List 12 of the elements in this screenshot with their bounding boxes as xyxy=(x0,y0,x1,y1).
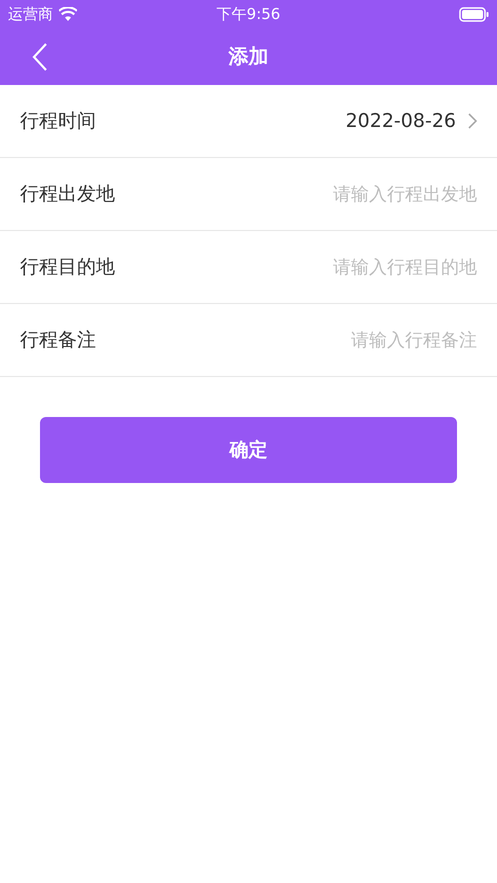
field-label: 行程目的地 xyxy=(20,255,115,280)
page-title: 添加 xyxy=(228,43,268,70)
battery-icon xyxy=(459,6,489,22)
field-label: 行程出发地 xyxy=(20,182,115,207)
date-picker[interactable]: 2022-08-26 xyxy=(346,110,477,132)
field-label: 行程备注 xyxy=(20,328,96,353)
chevron-icon xyxy=(468,113,477,129)
carrier-name: 运营商 xyxy=(8,4,53,24)
confirm-button[interactable]: 确定 xyxy=(40,417,457,483)
clock-time: 下午9:56 xyxy=(216,4,280,24)
wifi-icon xyxy=(59,7,77,21)
field-label: 行程时间 xyxy=(20,109,96,134)
